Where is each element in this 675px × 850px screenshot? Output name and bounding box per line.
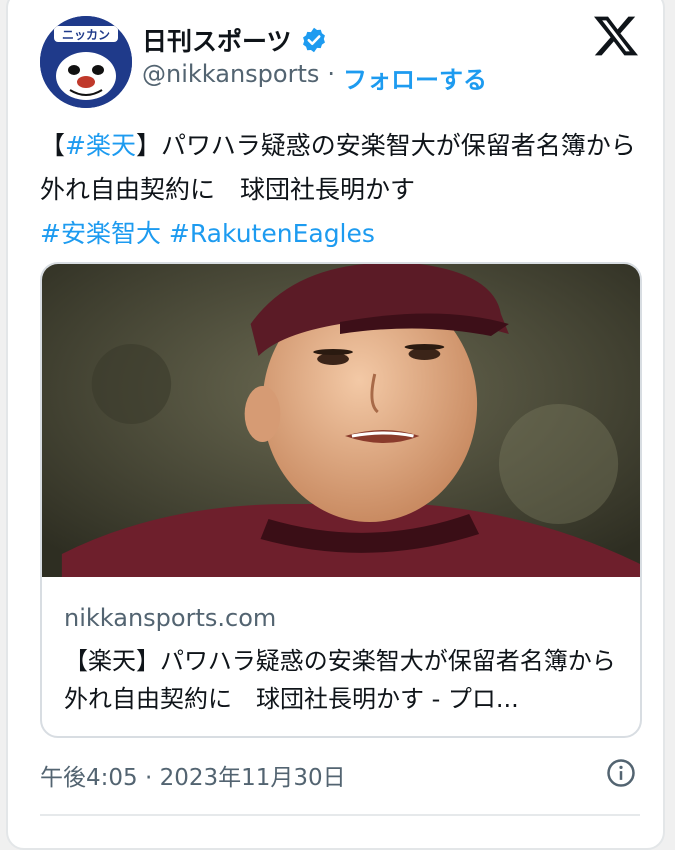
x-logo-icon[interactable] xyxy=(592,12,640,60)
tweet-card: ニッカン 日刊スポーツ @nikkansports · フォローする 【#楽天】… xyxy=(6,0,665,850)
handle-row: @nikkansports · フォローする xyxy=(142,60,487,95)
avatar-logo-image: ニッカン xyxy=(40,16,132,108)
tweet-text: 【#楽天】パワハラ疑惑の安楽智大が保留者名簿から外れ自由契約に 球団社長明かす … xyxy=(40,124,640,256)
link-domain: nikkansports.com xyxy=(64,604,277,632)
timestamp[interactable]: 午後4:05 · 2023年11月30日 xyxy=(40,758,346,792)
account-name-row: 日刊スポーツ xyxy=(142,22,328,58)
follow-button[interactable]: フォローする xyxy=(343,60,487,95)
svg-text:ニッカン: ニッカン xyxy=(62,28,110,42)
account-handle[interactable]: @nikkansports xyxy=(142,60,319,95)
link-preview-card[interactable]: nikkansports.com 【楽天】パワハラ疑惑の安楽智大が保留者名簿から… xyxy=(40,262,642,738)
divider xyxy=(40,814,640,816)
verified-icon xyxy=(302,27,325,53)
avatar[interactable]: ニッカン xyxy=(40,16,132,108)
account-name[interactable]: 日刊スポーツ xyxy=(142,22,292,58)
hashtag-link[interactable]: #楽天 xyxy=(65,131,136,160)
separator-dot: · xyxy=(327,60,336,88)
info-icon[interactable] xyxy=(606,758,636,788)
link-title: 【楽天】パワハラ疑惑の安楽智大が保留者名簿から外れ自由契約に 球団社長明かす -… xyxy=(64,647,616,713)
hashtag-link[interactable]: #RakutenEagles xyxy=(169,219,375,248)
hashtag-link[interactable]: #安楽智大 xyxy=(40,219,161,248)
bracket-open: 【 xyxy=(40,131,66,160)
article-photo xyxy=(42,264,640,577)
